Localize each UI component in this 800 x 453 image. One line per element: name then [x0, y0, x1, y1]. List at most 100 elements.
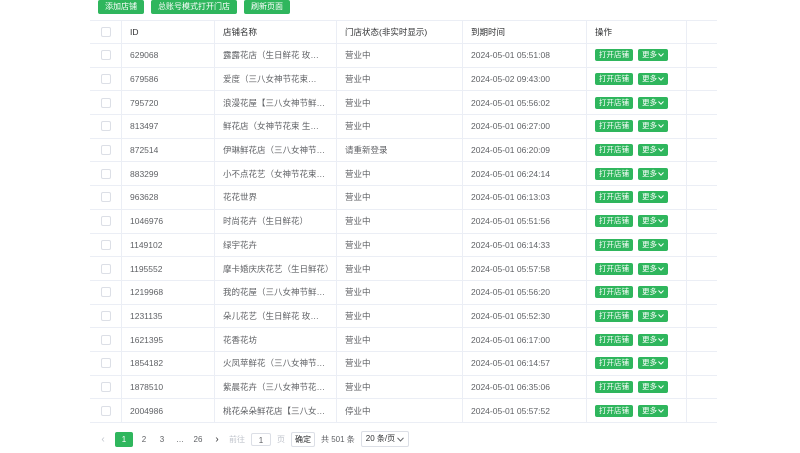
header-status-label: 门店状态(非实时显示)	[345, 27, 428, 37]
more-label: 更多	[642, 97, 657, 107]
page-number[interactable]: 2	[137, 432, 151, 447]
chevron-right-icon[interactable]: ›	[211, 434, 223, 445]
row-checkbox[interactable]	[100, 239, 111, 250]
row-select-cell	[90, 91, 122, 115]
row-checkbox[interactable]	[100, 334, 111, 345]
row-actions: 打开店铺 更多	[595, 380, 668, 393]
open-store-button[interactable]: 打开店铺	[595, 120, 633, 133]
open-with-account-button[interactable]: 总账号模式打开门店	[151, 0, 237, 14]
open-store-button[interactable]: 打开店铺	[595, 286, 633, 299]
chevron-left-icon[interactable]: ‹	[97, 434, 109, 445]
row-checkbox[interactable]	[100, 168, 111, 179]
table-row: 1195552 摩卡婚庆庆花艺（生日鲜花） 营业中 2024-05-01 05:57:…	[90, 257, 717, 281]
row-select-cell	[90, 186, 122, 209]
more-button[interactable]: 更多	[638, 333, 668, 346]
row-actions: 打开店铺 更多	[595, 238, 668, 251]
more-button[interactable]: 更多	[638, 404, 668, 417]
row-checkbox[interactable]	[100, 216, 111, 227]
store-status: 营业中	[345, 239, 371, 250]
table-row: 963628 花花世界 营业中 2024-05-01 06:13:03 打开店铺 更多	[90, 186, 717, 210]
more-button[interactable]: 更多	[638, 286, 668, 299]
more-button[interactable]: 更多	[638, 49, 668, 62]
store-id: 679586	[130, 74, 159, 85]
page-number[interactable]: 1	[115, 431, 133, 447]
open-store-button[interactable]: 打开店铺	[595, 262, 633, 275]
add-store-button[interactable]: 添加店铺	[98, 0, 144, 14]
goto-page-input[interactable]: 1	[251, 432, 271, 446]
expire-time: 2024-05-01 05:57:52	[471, 405, 550, 416]
more-label: 更多	[642, 405, 657, 415]
open-store-button[interactable]: 打开店铺	[595, 191, 633, 204]
chevron-down-icon	[658, 124, 664, 129]
header-expire-label: 到期时间	[471, 27, 506, 37]
store-name: 爱度（三八女神节花束…	[223, 74, 317, 85]
row-checkbox[interactable]	[100, 263, 111, 274]
action-cell: 打开店铺 更多	[587, 304, 687, 328]
open-store-button[interactable]: 打开店铺	[595, 309, 633, 322]
page-unit-label: 页	[277, 434, 285, 444]
more-button[interactable]: 更多	[638, 357, 668, 370]
row-select-cell	[90, 209, 122, 233]
row-checkbox[interactable]	[100, 310, 111, 321]
more-button[interactable]: 更多	[638, 96, 668, 109]
row-checkbox[interactable]	[100, 97, 111, 108]
more-button[interactable]: 更多	[638, 167, 668, 180]
row-checkbox[interactable]	[100, 121, 111, 132]
row-checkbox[interactable]	[100, 145, 111, 156]
page-number[interactable]: 3	[155, 432, 169, 447]
row-select-cell	[90, 351, 122, 375]
refresh-button[interactable]: 刷新页面	[244, 0, 290, 14]
more-button[interactable]: 更多	[638, 380, 668, 393]
row-checkbox[interactable]	[100, 74, 111, 85]
more-button[interactable]: 更多	[638, 73, 668, 86]
open-store-button[interactable]: 打开店铺	[595, 73, 633, 86]
action-cell: 打开店铺 更多	[587, 209, 687, 233]
expire-time-cell: 2024-05-01 05:52:30	[463, 304, 587, 328]
store-status: 营业中	[345, 97, 371, 108]
more-button[interactable]: 更多	[638, 120, 668, 133]
row-checkbox[interactable]	[100, 405, 111, 416]
open-store-button[interactable]: 打开店铺	[595, 357, 633, 370]
row-actions: 打开店铺 更多	[595, 215, 668, 228]
store-name-cell: 花花世界	[215, 186, 337, 209]
select-all-checkbox[interactable]	[100, 27, 111, 37]
more-button[interactable]: 更多	[638, 191, 668, 204]
more-button[interactable]: 更多	[638, 309, 668, 322]
page-list: 1 2 3 … 26	[115, 431, 205, 447]
more-button[interactable]: 更多	[638, 215, 668, 228]
store-name: 摩卡婚庆庆花艺（生日鲜花）	[223, 263, 334, 274]
row-checkbox[interactable]	[100, 192, 111, 203]
chevron-down-icon	[658, 148, 664, 153]
open-store-button[interactable]: 打开店铺	[595, 144, 633, 157]
page-size-select[interactable]: 20 条/页	[360, 431, 410, 447]
open-store-button[interactable]: 打开店铺	[595, 333, 633, 346]
open-store-button[interactable]: 打开店铺	[595, 167, 633, 180]
open-store-button[interactable]: 打开店铺	[595, 49, 633, 62]
more-button[interactable]: 更多	[638, 144, 668, 157]
table-row: 629068 露露花店（生日鲜花 玫… 营业中 2024-05-01 05:51:08…	[90, 44, 717, 68]
row-checkbox[interactable]	[100, 381, 111, 392]
more-button[interactable]: 更多	[638, 262, 668, 275]
row-checkbox[interactable]	[100, 358, 111, 369]
open-store-button[interactable]: 打开店铺	[595, 238, 633, 251]
store-name: 紫晨花卉（三八女神节花…	[223, 381, 326, 392]
page-ellipsis[interactable]: …	[173, 432, 187, 447]
more-button[interactable]: 更多	[638, 238, 668, 251]
row-checkbox[interactable]	[100, 287, 111, 298]
store-id: 1878510	[130, 381, 164, 392]
expire-time: 2024-05-01 06:27:00	[471, 121, 550, 132]
row-select-cell	[90, 375, 122, 399]
open-store-button[interactable]: 打开店铺	[595, 215, 633, 228]
open-store-button[interactable]: 打开店铺	[595, 96, 633, 109]
page-number[interactable]: 26	[191, 432, 205, 447]
store-name: 朵儿花艺（生日鲜花 玫…	[223, 310, 319, 321]
confirm-button[interactable]: 确定	[291, 431, 315, 447]
chevron-down-icon	[658, 100, 664, 105]
action-cell: 打开店铺 更多	[587, 399, 687, 422]
expire-time: 2024-05-01 06:24:14	[471, 168, 550, 179]
row-spacer	[687, 210, 717, 233]
expire-time: 2024-05-01 06:13:03	[471, 192, 550, 203]
open-store-button[interactable]: 打开店铺	[595, 380, 633, 393]
row-checkbox[interactable]	[100, 50, 111, 61]
open-store-button[interactable]: 打开店铺	[595, 404, 633, 417]
